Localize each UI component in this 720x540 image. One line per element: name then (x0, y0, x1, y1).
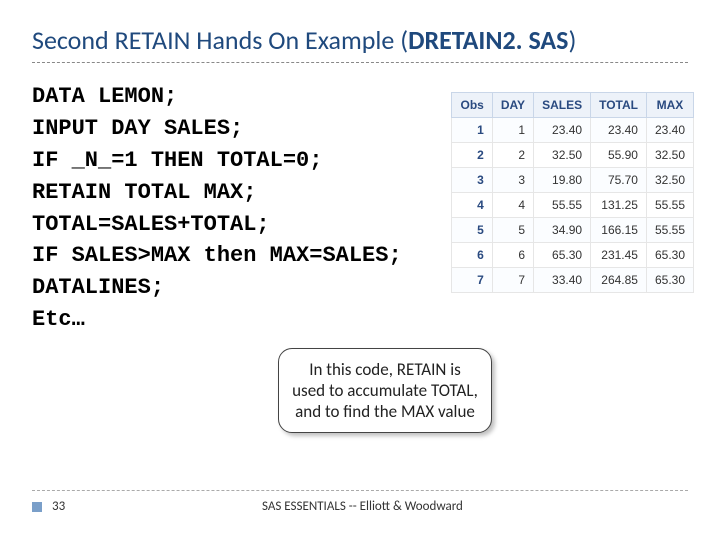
cell: 23.40 (646, 118, 693, 143)
cell: 2 (492, 143, 533, 168)
cell: 34.90 (534, 218, 591, 243)
slide-title: Second RETAIN Hands On Example (DRETAIN2… (32, 24, 688, 63)
table-row: 2 2 32.50 55.90 32.50 (452, 143, 694, 168)
cell: 19.80 (534, 168, 591, 193)
table-header-row: Obs DAY SALES TOTAL MAX (452, 93, 694, 118)
cell: 131.25 (591, 193, 647, 218)
table-row: 1 1 23.40 23.40 23.40 (452, 118, 694, 143)
cell: 6 (452, 243, 492, 268)
table-row: 3 3 19.80 75.70 32.50 (452, 168, 694, 193)
code-line: Etc… (32, 304, 688, 336)
cell: 1 (452, 118, 492, 143)
table-row: 6 6 65.30 231.45 65.30 (452, 243, 694, 268)
cell: 7 (452, 268, 492, 293)
table-row: 7 7 33.40 264.85 65.30 (452, 268, 694, 293)
cell: 55.55 (646, 218, 693, 243)
cell: 166.15 (591, 218, 647, 243)
cell: 231.45 (591, 243, 647, 268)
cell: 5 (452, 218, 492, 243)
cell: 32.50 (646, 143, 693, 168)
cell: 4 (452, 193, 492, 218)
cell: 6 (492, 243, 533, 268)
output-table: Obs DAY SALES TOTAL MAX 1 1 23.40 23.40 … (451, 92, 694, 293)
cell: 55.55 (646, 193, 693, 218)
cell: 55.55 (534, 193, 591, 218)
cell: 3 (492, 168, 533, 193)
cell: 2 (452, 143, 492, 168)
cell: 65.30 (534, 243, 591, 268)
cell: 5 (492, 218, 533, 243)
title-prefix: Second RETAIN Hands On Example ( (32, 24, 408, 56)
cell: 33.40 (534, 268, 591, 293)
callout-box: In this code, RETAIN is used to accumula… (278, 348, 492, 433)
footer-credit: SAS ESSENTIALS -- Elliott & Woodward (262, 499, 463, 514)
title-suffix: ) (568, 24, 576, 56)
col-sales: SALES (534, 93, 591, 118)
cell: 32.50 (646, 168, 693, 193)
cell: 264.85 (591, 268, 647, 293)
cell: 23.40 (591, 118, 647, 143)
footer-bullet-icon (32, 502, 42, 512)
cell: 4 (492, 193, 533, 218)
col-obs: Obs (452, 93, 492, 118)
cell: 32.50 (534, 143, 591, 168)
cell: 55.90 (591, 143, 647, 168)
cell: 23.40 (534, 118, 591, 143)
cell: 3 (452, 168, 492, 193)
cell: 65.30 (646, 243, 693, 268)
cell: 75.70 (591, 168, 647, 193)
cell: 7 (492, 268, 533, 293)
col-total: TOTAL (591, 93, 647, 118)
page-number: 33 (52, 499, 112, 514)
table-row: 4 4 55.55 131.25 55.55 (452, 193, 694, 218)
footer: 33 SAS ESSENTIALS -- Elliott & Woodward (32, 490, 688, 514)
col-max: MAX (646, 93, 693, 118)
col-day: DAY (492, 93, 533, 118)
title-bold: DRETAIN2. SAS (408, 24, 568, 56)
table-row: 5 5 34.90 166.15 55.55 (452, 218, 694, 243)
cell: 1 (492, 118, 533, 143)
cell: 65.30 (646, 268, 693, 293)
